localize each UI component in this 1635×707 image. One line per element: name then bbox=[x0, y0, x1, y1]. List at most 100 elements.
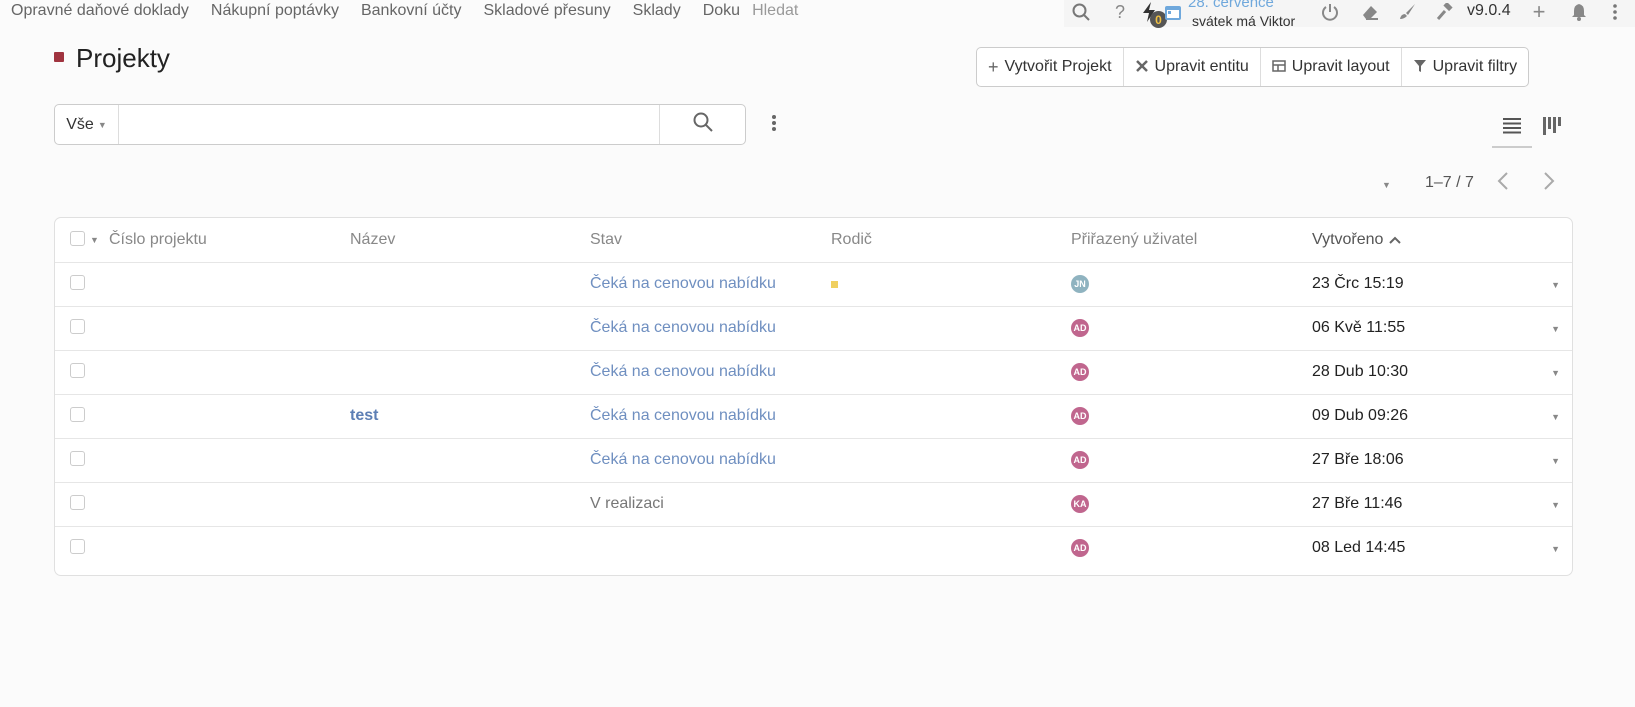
hammer-icon[interactable] bbox=[1434, 1, 1456, 23]
version-label: v9.0.4 bbox=[1467, 2, 1511, 19]
table-row[interactable]: test Čeká na cenovou nabídku AD 09 Dub 0… bbox=[55, 394, 1572, 439]
row-actions-caret-icon[interactable]: ▼ bbox=[1551, 544, 1560, 554]
page-title: Projekty bbox=[76, 43, 170, 73]
table-row[interactable]: V realizaci KA 27 Bře 11:46 ▼ bbox=[55, 482, 1572, 527]
avatar: AD bbox=[1071, 363, 1089, 381]
table-row[interactable]: Čeká na cenovou nabídku AD 27 Bře 18:06 … bbox=[55, 438, 1572, 483]
search-input[interactable] bbox=[119, 105, 659, 144]
help-icon[interactable]: ? bbox=[1109, 1, 1131, 23]
project-status: Čeká na cenovou nabídku bbox=[590, 451, 776, 468]
search-scope-label: Vše bbox=[66, 115, 94, 133]
plus-icon: + bbox=[988, 56, 999, 77]
action-button-group: + Vytvořit Projekt Upravit entitu Upravi… bbox=[976, 47, 1530, 87]
assigned-user[interactable]: AD bbox=[1071, 306, 1089, 350]
nav-link-bankovni-ucty[interactable]: Bankovní účty bbox=[361, 2, 462, 20]
table-icon bbox=[1272, 59, 1286, 75]
power-icon[interactable] bbox=[1319, 1, 1341, 23]
assigned-user[interactable]: AD bbox=[1071, 394, 1089, 438]
avatar: AD bbox=[1071, 319, 1089, 337]
current-date-link[interactable]: 28. července bbox=[1188, 0, 1274, 11]
brush-icon[interactable] bbox=[1396, 1, 1418, 23]
assigned-user[interactable]: AD bbox=[1071, 438, 1089, 482]
table-row[interactable]: Čeká na cenovou nabídku AD 28 Dub 10:30 … bbox=[55, 350, 1572, 395]
bell-icon[interactable] bbox=[1568, 1, 1590, 23]
avatar: KA bbox=[1071, 495, 1089, 513]
column-header-created-label: Vytvořeno bbox=[1312, 231, 1384, 248]
table-row[interactable]: Čeká na cenovou nabídku AD 06 Kvě 11:55 … bbox=[55, 306, 1572, 351]
nav-link-sklady[interactable]: Sklady bbox=[633, 2, 681, 20]
chevron-right-icon[interactable] bbox=[1543, 172, 1555, 195]
edit-layout-label: Upravit layout bbox=[1291, 58, 1390, 75]
row-actions-caret-icon[interactable]: ▼ bbox=[1551, 324, 1560, 334]
row-actions-caret-icon[interactable]: ▼ bbox=[1551, 368, 1560, 378]
search-scope-dropdown[interactable]: Vše ▼ bbox=[55, 105, 119, 144]
edit-entity-button[interactable]: Upravit entitu bbox=[1124, 48, 1261, 86]
avatar: AD bbox=[1071, 407, 1089, 425]
row-actions-caret-icon[interactable]: ▼ bbox=[1551, 412, 1560, 422]
avatar: AD bbox=[1071, 539, 1089, 557]
edit-filters-button[interactable]: Upravit filtry bbox=[1402, 48, 1528, 86]
filter-icon bbox=[1413, 59, 1427, 76]
avatar: JN bbox=[1071, 275, 1089, 293]
column-header-parent[interactable]: Rodič bbox=[831, 218, 872, 262]
list-view-button[interactable] bbox=[1492, 110, 1532, 148]
search-icon[interactable] bbox=[1070, 1, 1092, 23]
row-actions-caret-icon[interactable]: ▼ bbox=[1551, 456, 1560, 466]
caret-down-icon: ▼ bbox=[97, 119, 107, 130]
row-checkbox[interactable] bbox=[70, 275, 85, 290]
row-actions-caret-icon[interactable]: ▼ bbox=[1551, 280, 1560, 290]
calendar-icon[interactable] bbox=[1162, 1, 1184, 23]
created-date: 08 Led 14:45 bbox=[1312, 539, 1406, 556]
search-button[interactable] bbox=[659, 105, 745, 144]
project-status: V realizaci bbox=[590, 495, 664, 512]
column-header-name[interactable]: Název bbox=[350, 218, 395, 262]
create-project-button[interactable]: + Vytvořit Projekt bbox=[977, 48, 1124, 86]
edit-layout-button[interactable]: Upravit layout bbox=[1261, 48, 1402, 86]
project-name-link[interactable]: test bbox=[350, 394, 378, 438]
created-date: 27 Bře 11:46 bbox=[1312, 495, 1403, 512]
select-all-checkbox[interactable] bbox=[70, 231, 85, 246]
table-header-row: ▼ Číslo projektu Název Stav Rodič Přiřaz… bbox=[55, 218, 1572, 263]
nav-link-skladove-presuny[interactable]: Skladové přesuny bbox=[483, 2, 610, 20]
plus-icon[interactable]: + bbox=[1528, 0, 1550, 24]
column-header-status[interactable]: Stav bbox=[590, 218, 622, 262]
parent-link[interactable] bbox=[831, 262, 838, 306]
row-checkbox[interactable] bbox=[70, 495, 85, 510]
search-options-icon[interactable] bbox=[768, 112, 780, 134]
avatar: AD bbox=[1071, 451, 1089, 469]
nav-link-doku[interactable]: Doku bbox=[703, 2, 740, 20]
row-checkbox[interactable] bbox=[70, 539, 85, 554]
chevron-left-icon[interactable] bbox=[1497, 172, 1509, 195]
row-checkbox[interactable] bbox=[70, 407, 85, 422]
assigned-user[interactable]: JN bbox=[1071, 262, 1089, 306]
edit-filters-label: Upravit filtry bbox=[1432, 58, 1518, 75]
table-row[interactable]: AD 08 Led 14:45 ▼ bbox=[55, 526, 1572, 570]
global-search-input[interactable]: Hledat bbox=[752, 2, 798, 20]
row-checkbox[interactable] bbox=[70, 451, 85, 466]
projects-table: ▼ Číslo projektu Název Stav Rodič Přiřaz… bbox=[54, 217, 1573, 576]
search-icon bbox=[693, 112, 713, 137]
kanban-view-button[interactable] bbox=[1538, 110, 1566, 146]
nav-link-nakupni-poptavky[interactable]: Nákupní poptávky bbox=[211, 2, 339, 20]
assigned-user[interactable]: KA bbox=[1071, 482, 1089, 526]
create-project-label: Vytvořit Projekt bbox=[1004, 58, 1112, 75]
title-color-marker bbox=[54, 52, 64, 62]
select-menu-caret-icon[interactable]: ▼ bbox=[90, 218, 99, 262]
eraser-icon[interactable] bbox=[1359, 1, 1381, 23]
row-checkbox[interactable] bbox=[70, 319, 85, 334]
row-checkbox[interactable] bbox=[70, 363, 85, 378]
column-header-created[interactable]: Vytvořeno bbox=[1312, 218, 1402, 262]
row-actions-caret-icon[interactable]: ▼ bbox=[1551, 500, 1560, 510]
table-row[interactable]: Čeká na cenovou nabídku JN 23 Črc 15:19 … bbox=[55, 262, 1572, 307]
more-menu-icon[interactable] bbox=[1604, 1, 1626, 23]
column-header-number[interactable]: Číslo projektu bbox=[109, 218, 207, 262]
nav-link-opravne-danove-doklady[interactable]: Opravné daňové doklady bbox=[11, 2, 189, 20]
pagination-range: 1–7 / 7 bbox=[1425, 174, 1474, 191]
search-bar: Vše ▼ bbox=[54, 104, 746, 145]
edit-entity-label: Upravit entitu bbox=[1154, 58, 1249, 75]
assigned-user[interactable]: AD bbox=[1071, 526, 1089, 570]
page-size-caret-icon[interactable]: ▼ bbox=[1382, 180, 1391, 190]
column-header-assigned[interactable]: Přiřazený uživatel bbox=[1071, 218, 1197, 262]
project-status: Čeká na cenovou nabídku bbox=[590, 407, 776, 424]
assigned-user[interactable]: AD bbox=[1071, 350, 1089, 394]
